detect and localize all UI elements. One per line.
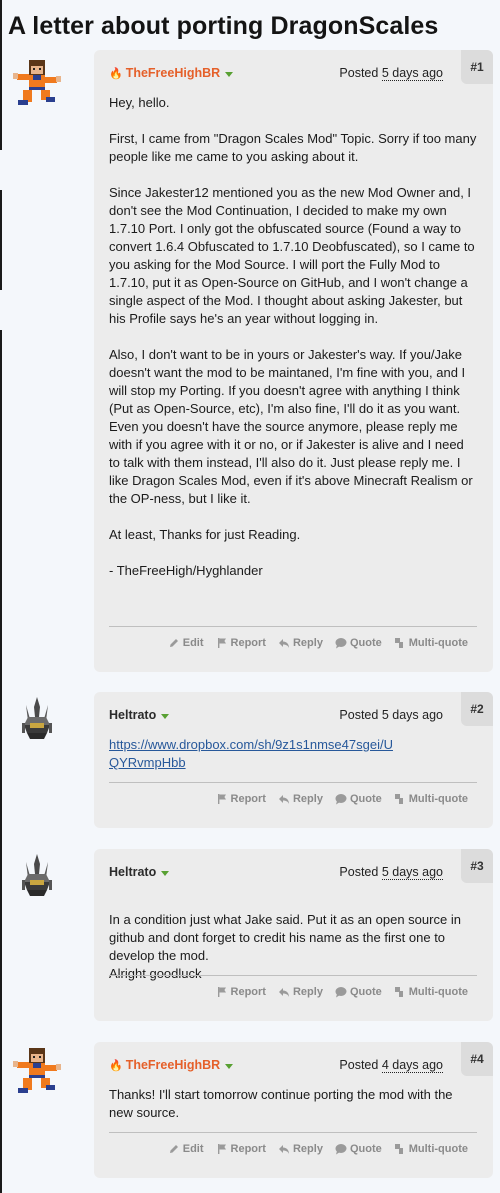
report-button[interactable]: Report	[216, 637, 266, 649]
post-author[interactable]: Heltrato	[109, 708, 170, 722]
post-actions: Edit Report Reply Quote Multi-quote	[168, 636, 468, 650]
reply-arrow-icon	[278, 988, 289, 997]
avatar-heltrato[interactable]	[12, 852, 62, 902]
flag-icon	[217, 987, 226, 997]
speech-bubble-icon	[335, 987, 347, 998]
post-paragraph: First, I came from "Dragon Scales Mod" T…	[109, 131, 477, 164]
flag-icon	[217, 794, 226, 804]
quote-button[interactable]: Quote	[335, 793, 382, 805]
speech-bubble-icon	[335, 638, 347, 649]
post-paragraph: Since Jakester12 mentioned you as the ne…	[109, 185, 475, 326]
post-paragraph: Hey, hello.	[109, 95, 170, 110]
pencil-icon	[169, 1145, 178, 1153]
page-title: A letter about porting DragonScales	[8, 12, 439, 40]
post-number[interactable]: #1	[461, 50, 493, 84]
reply-button[interactable]: Reply	[278, 986, 323, 998]
post-paragraph: Also, I don't want to be in yours or Jak…	[109, 347, 473, 506]
author-name[interactable]: TheFreeHighBR	[126, 66, 220, 80]
flame-icon: 🔥	[109, 67, 123, 80]
multiquote-button[interactable]: Multi-quote	[394, 637, 468, 649]
report-button[interactable]: Report	[216, 986, 266, 998]
multiquote-icon	[394, 1144, 403, 1154]
reply-button[interactable]: Reply	[278, 637, 323, 649]
quote-button[interactable]: Quote	[335, 986, 382, 998]
speech-bubble-icon	[335, 794, 347, 805]
post-date: Posted 5 days ago	[339, 66, 443, 81]
quote-button[interactable]: Quote	[335, 1143, 382, 1155]
speech-bubble-icon	[335, 1144, 347, 1155]
post-divider	[109, 975, 477, 976]
post-paragraph: In a condition just what Jake said. Put …	[109, 912, 461, 981]
flag-icon	[217, 1144, 226, 1154]
post-number[interactable]: #4	[461, 1042, 493, 1076]
post-paragraph: At least, Thanks for just Reading.	[109, 527, 301, 542]
post-time[interactable]: 5 days ago	[382, 708, 443, 722]
post-date: Posted 5 days ago	[339, 865, 443, 880]
post-number[interactable]: #2	[461, 692, 493, 726]
caret-down-icon[interactable]	[225, 1063, 234, 1069]
reply-arrow-icon	[278, 795, 289, 804]
multiquote-button[interactable]: Multi-quote	[394, 1143, 468, 1155]
avatar-heltrato[interactable]	[12, 695, 62, 745]
post-body: Hey, hello. First, I came from "Dragon S…	[109, 94, 477, 580]
post-body: Thanks! I'll start tomorrow continue por…	[109, 1086, 477, 1122]
report-button[interactable]: Report	[216, 793, 266, 805]
post-number[interactable]: #3	[461, 849, 493, 883]
post-card: #1 🔥 TheFreeHighBR Posted 5 days ago Hey…	[94, 50, 493, 672]
post-divider	[109, 1132, 477, 1133]
quote-button[interactable]: Quote	[335, 637, 382, 649]
post-paragraph: - TheFreeHigh/Hyghlander	[109, 563, 263, 578]
post-time[interactable]: 4 days ago	[381, 1058, 443, 1073]
report-button[interactable]: Report	[216, 1143, 266, 1155]
author-name[interactable]: Heltrato	[109, 708, 156, 722]
reply-arrow-icon	[278, 1145, 289, 1154]
post-card: #4 🔥 TheFreeHighBR Posted 4 days ago Tha…	[94, 1042, 493, 1178]
multiquote-icon	[394, 638, 403, 648]
post-actions: Report Reply Quote Multi-quote	[216, 792, 468, 806]
caret-down-icon[interactable]	[161, 713, 170, 719]
author-name[interactable]: Heltrato	[109, 865, 156, 879]
post-date: Posted 4 days ago	[339, 1058, 443, 1073]
post-divider	[109, 782, 477, 783]
author-name[interactable]: TheFreeHighBR	[126, 1058, 220, 1072]
post-card: #2 Heltrato Posted 5 days ago https://ww…	[94, 692, 493, 828]
post-author[interactable]: 🔥 TheFreeHighBR	[109, 1058, 234, 1072]
multiquote-icon	[394, 794, 403, 804]
flame-icon: 🔥	[109, 1059, 123, 1072]
post-time[interactable]: 5 days ago	[381, 66, 443, 81]
post-actions: Report Reply Quote Multi-quote	[216, 985, 468, 999]
reply-button[interactable]: Reply	[278, 1143, 323, 1155]
multiquote-button[interactable]: Multi-quote	[394, 793, 468, 805]
left-border	[0, 0, 2, 1193]
post-body: https://www.dropbox.com/sh/9z1s1nmse47sg…	[109, 736, 393, 772]
dropbox-link[interactable]: https://www.dropbox.com/sh/9z1s1nmse47sg…	[109, 737, 393, 770]
reply-button[interactable]: Reply	[278, 793, 323, 805]
post-paragraph: Thanks! I'll start tomorrow continue por…	[109, 1087, 453, 1120]
caret-down-icon[interactable]	[161, 870, 170, 876]
avatar-thefreehighbr[interactable]	[12, 1045, 62, 1095]
pencil-icon	[169, 639, 178, 647]
post-card: #3 Heltrato Posted 5 days ago In a condi…	[94, 849, 493, 1021]
post-actions: Edit Report Reply Quote Multi-quote	[168, 1142, 468, 1156]
multiquote-button[interactable]: Multi-quote	[394, 986, 468, 998]
multiquote-icon	[394, 987, 403, 997]
edit-button[interactable]: Edit	[168, 1143, 204, 1155]
post-divider	[109, 626, 477, 627]
reply-arrow-icon	[278, 639, 289, 648]
post-author[interactable]: 🔥 TheFreeHighBR	[109, 66, 234, 80]
post-time[interactable]: 5 days ago	[381, 865, 443, 880]
caret-down-icon[interactable]	[225, 71, 234, 77]
post-date: Posted 5 days ago	[339, 708, 443, 722]
post-author[interactable]: Heltrato	[109, 865, 170, 879]
avatar-thefreehighbr[interactable]	[12, 57, 62, 107]
flag-icon	[217, 638, 226, 648]
edit-button[interactable]: Edit	[168, 637, 204, 649]
